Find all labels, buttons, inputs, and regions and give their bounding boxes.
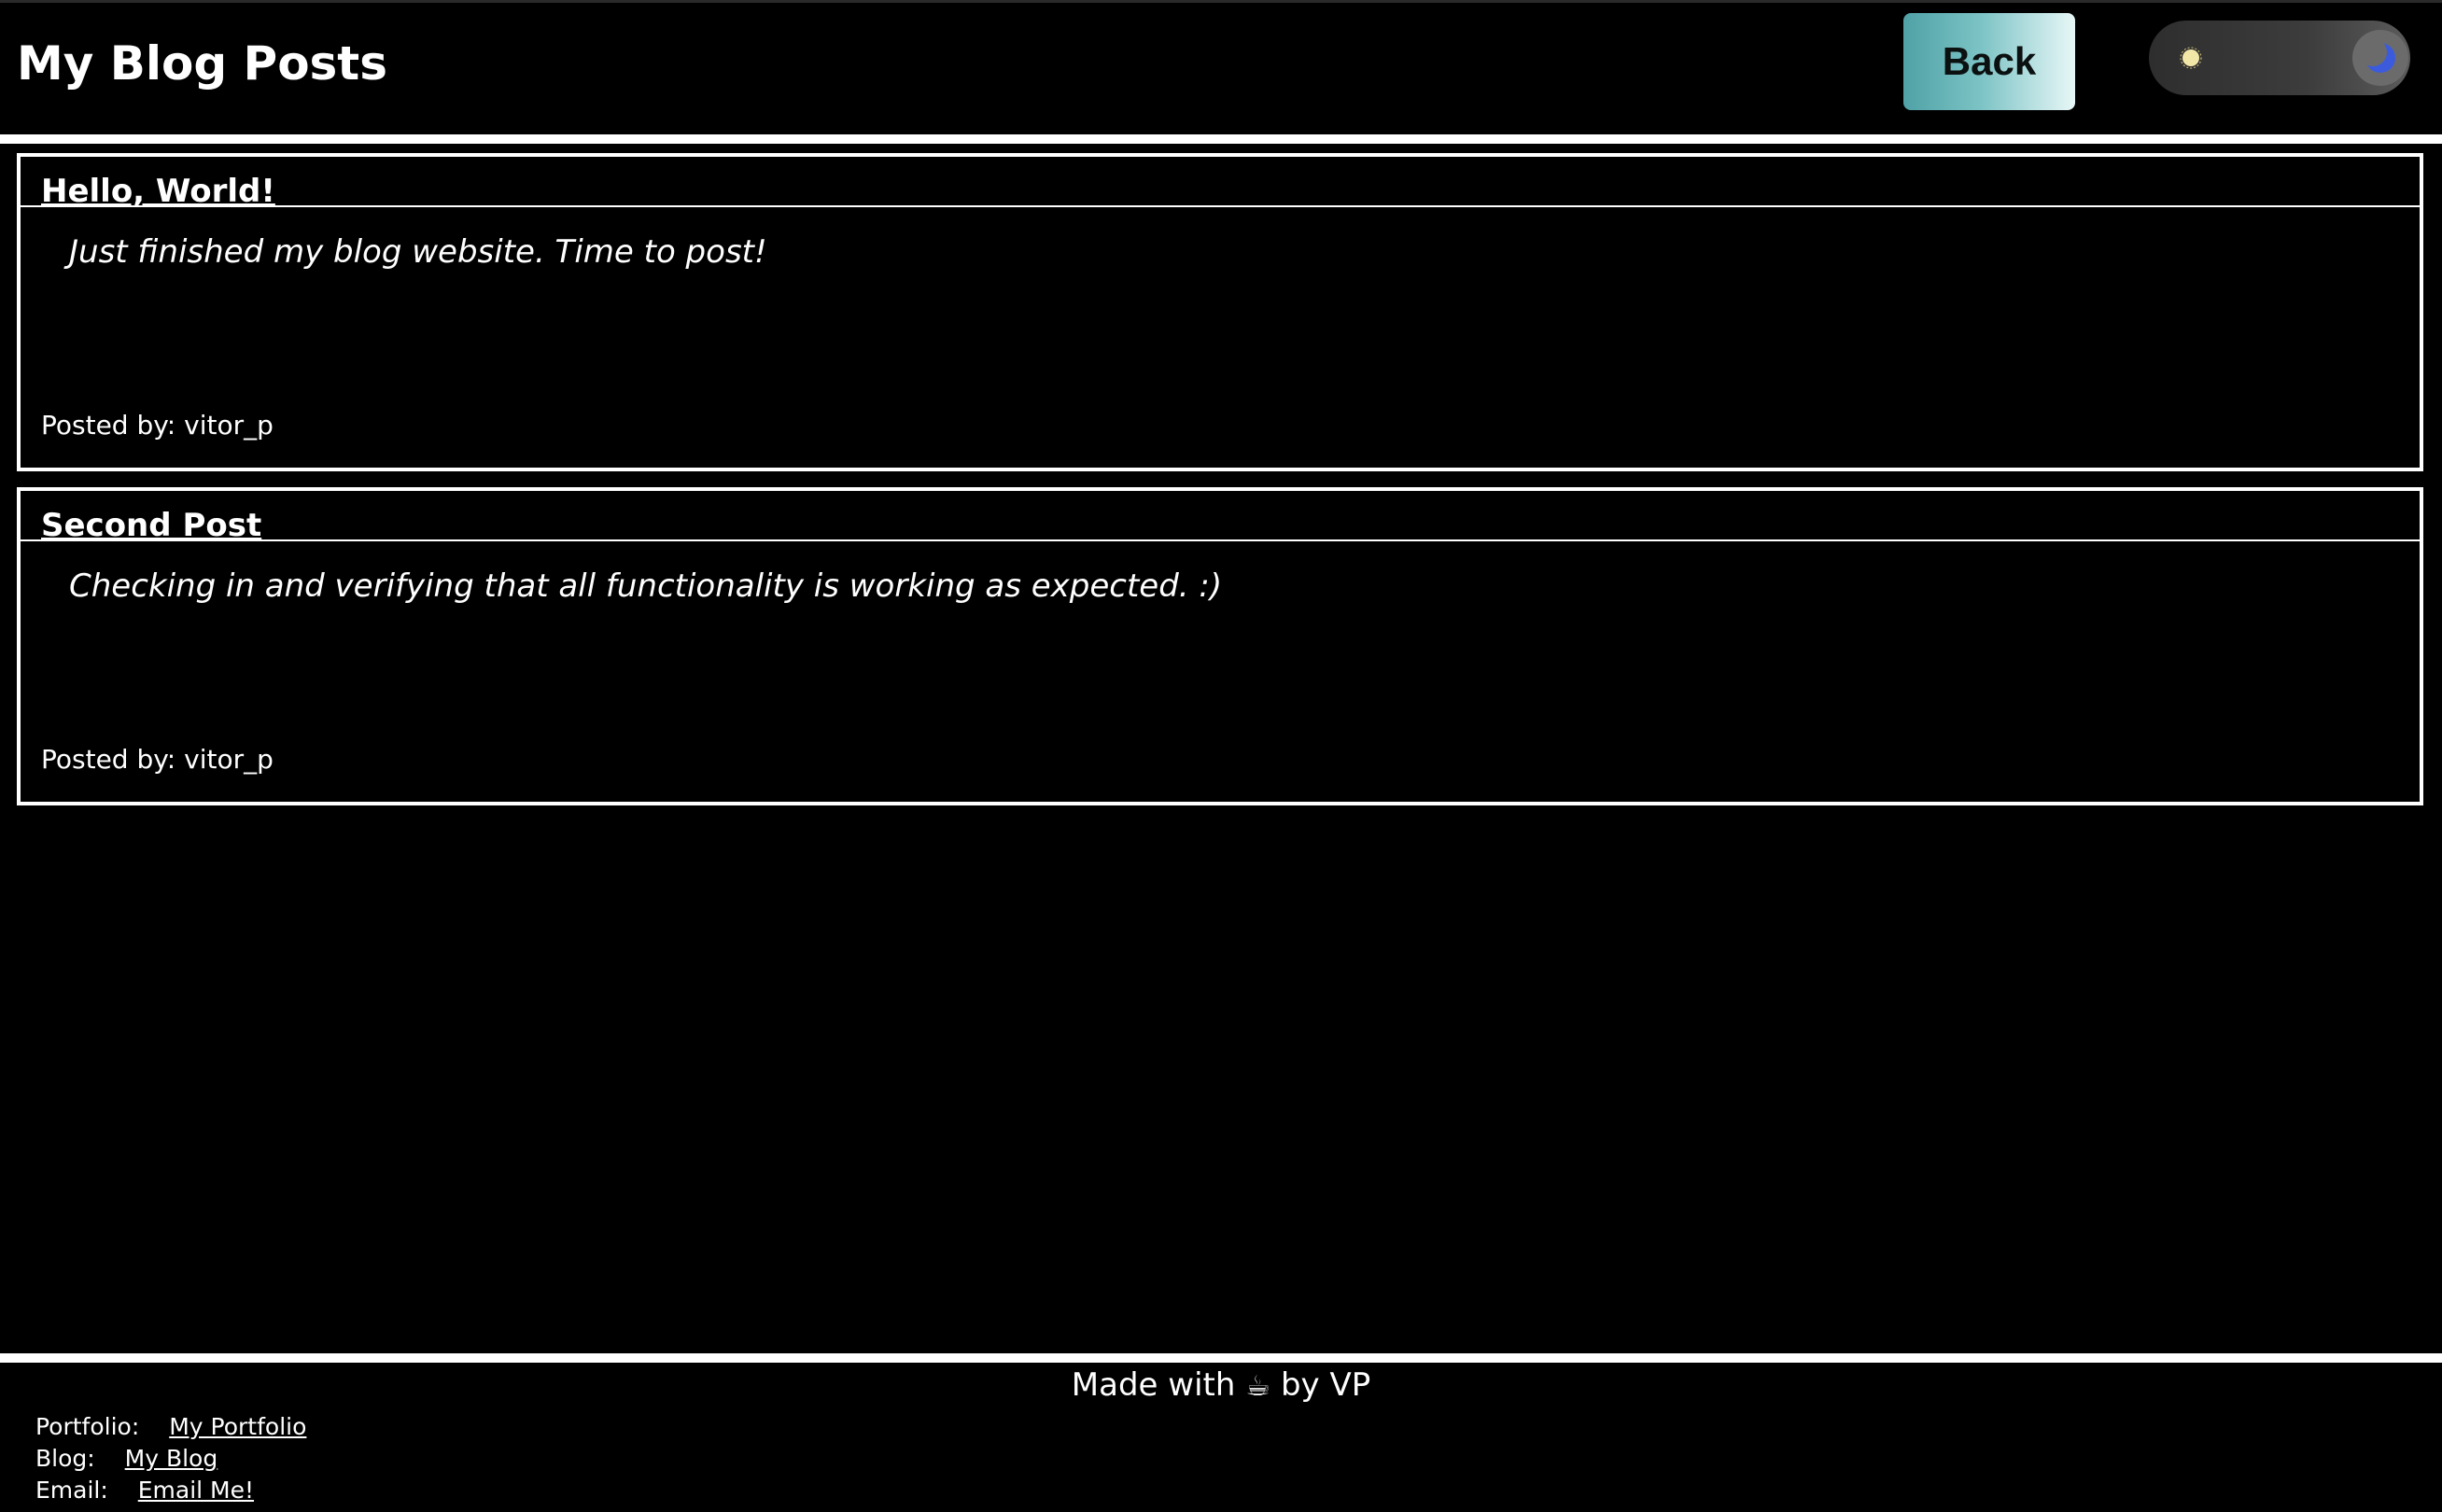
post-author: Posted by: vitor_p	[41, 410, 274, 441]
footer-label: Blog:	[35, 1445, 95, 1472]
email-link[interactable]: Email Me!	[138, 1477, 254, 1504]
theme-toggle[interactable]	[2149, 21, 2410, 95]
post-title-divider	[21, 539, 2420, 541]
made-with-prefix: Made with	[1071, 1366, 1236, 1404]
made-with-suffix: by VP	[1280, 1366, 1371, 1404]
footer-label: Portfolio:	[35, 1413, 140, 1440]
sun-icon	[2180, 47, 2202, 69]
toggle-knob[interactable]	[2352, 30, 2408, 86]
footer-row-blog: Blog: My Blog	[35, 1443, 306, 1475]
post-body: Checking in and verifying that all funct…	[69, 567, 1223, 605]
back-button[interactable]: Back	[1903, 13, 2075, 110]
blog-page: My Blog Posts Back Hello, World! Just fi…	[0, 0, 2442, 1512]
page-title: My Blog Posts	[17, 36, 387, 91]
post-title-divider	[21, 205, 2420, 207]
footer-label: Email:	[35, 1477, 108, 1504]
portfolio-link[interactable]: My Portfolio	[169, 1413, 306, 1440]
post-author: Posted by: vitor_p	[41, 744, 274, 775]
post-body: Just finished my blog website. Time to p…	[69, 233, 767, 271]
footer-tagline: Made with ☕ by VP	[0, 1365, 2442, 1407]
blog-link[interactable]: My Blog	[125, 1445, 218, 1472]
blog-post-card: Hello, World! Just finished my blog webs…	[17, 153, 2423, 471]
site-header: My Blog Posts Back	[0, 0, 2442, 134]
coffee-icon: ☕	[1245, 1370, 1271, 1403]
footer-row-email: Email: Email Me!	[35, 1475, 306, 1506]
footer-divider	[0, 1353, 2442, 1363]
blog-post-card: Second Post Checking in and verifying th…	[17, 487, 2423, 805]
header-divider	[0, 134, 2442, 144]
moon-icon	[2362, 39, 2395, 73]
footer-links: Portfolio: My Portfolio Blog: My Blog Em…	[35, 1411, 306, 1506]
footer-row-portfolio: Portfolio: My Portfolio	[35, 1411, 306, 1443]
